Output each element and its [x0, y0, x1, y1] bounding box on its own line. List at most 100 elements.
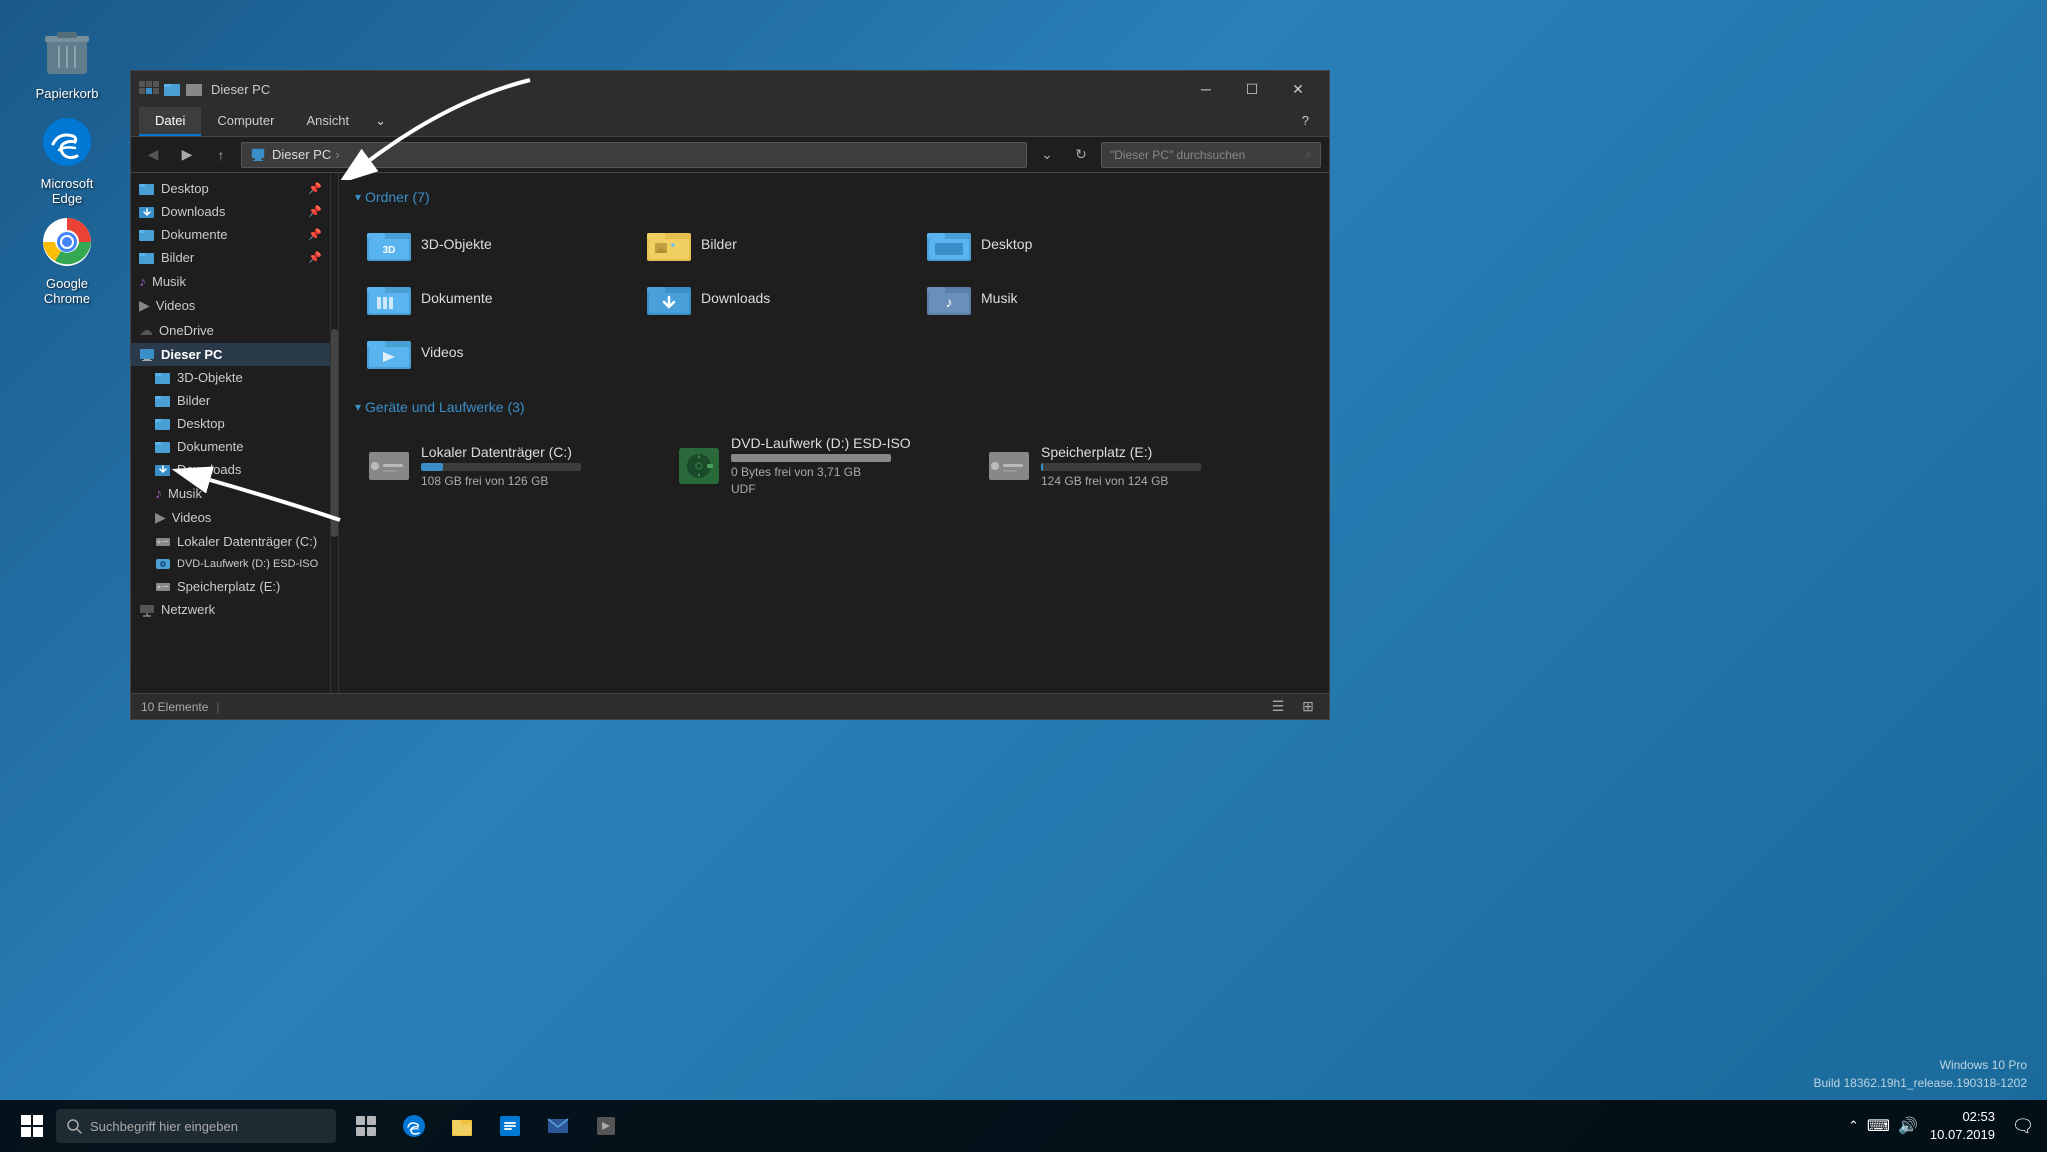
- content-area: Ordner (7) 3D 3D-Objekte: [339, 173, 1329, 693]
- folder-icon-desktop: [927, 225, 971, 263]
- tray-up-arrow[interactable]: ⌃: [1848, 1118, 1859, 1134]
- taskbar-search-box[interactable]: Suchbegriff hier eingeben: [56, 1109, 336, 1143]
- sidebar-item-downloads[interactable]: Downloads 📌: [131, 200, 330, 223]
- folder-icon-dokumente: [367, 279, 411, 317]
- sidebar-label-dokumente: Dokumente: [161, 227, 227, 242]
- sidebar-item-downloads-sub[interactable]: Downloads: [131, 458, 330, 481]
- sidebar-item-e-drive[interactable]: Speicherplatz (E:): [131, 575, 330, 598]
- sidebar-label-bilder-quick: Bilder: [161, 250, 194, 265]
- taskbar-icon-taskview[interactable]: [344, 1102, 388, 1150]
- sidebar-item-c-drive[interactable]: Lokaler Datenträger (C:): [131, 530, 330, 553]
- sidebar-item-bilder-sub[interactable]: Bilder: [131, 389, 330, 412]
- notification-button[interactable]: 🗨: [2007, 1102, 2039, 1150]
- taskbar-search-icon: [66, 1118, 82, 1134]
- maximize-button[interactable]: ☐: [1229, 71, 1275, 107]
- toolbar-icon-back: [139, 81, 159, 97]
- sidebar-item-videos-quick[interactable]: ▶ Videos: [131, 293, 330, 318]
- sidebar-item-dieser-pc[interactable]: Dieser PC: [131, 343, 330, 366]
- address-refresh-button[interactable]: ↻: [1067, 141, 1095, 169]
- ribbon-expand-button[interactable]: ⌄: [365, 107, 396, 136]
- sidebar-music-icon: ♪: [139, 273, 146, 289]
- sidebar-item-musik-sub[interactable]: ♪ Musik: [131, 481, 330, 505]
- folder-label-downloads: Downloads: [701, 290, 770, 306]
- ribbon-tab-computer[interactable]: Computer: [201, 107, 290, 136]
- ribbon-tab-ansicht[interactable]: Ansicht: [290, 107, 365, 136]
- sidebar-label-downloads-sub: Downloads: [177, 462, 241, 477]
- folder-item-musik[interactable]: ♪ Musik: [915, 271, 1195, 325]
- sidebar-item-3dobjekte-sub[interactable]: 3D-Objekte: [131, 366, 330, 389]
- drive-e-name: Speicherplatz (E:): [1041, 444, 1201, 460]
- sidebar-item-onedrive[interactable]: ☁ OneDrive: [131, 318, 330, 343]
- nav-up-button[interactable]: ↑: [207, 141, 235, 169]
- folder-item-dokumente[interactable]: Dokumente: [355, 271, 635, 325]
- start-button[interactable]: [8, 1102, 56, 1150]
- drives-section-header: Geräte und Laufwerke (3): [355, 399, 1313, 415]
- drive-item-c[interactable]: Lokaler Datenträger (C:) 108 GB frei von…: [355, 427, 665, 504]
- search-box[interactable]: "Dieser PC" durchsuchen ⌕: [1101, 142, 1321, 168]
- clock-time: 02:53: [1930, 1108, 1995, 1126]
- address-dropdown-button[interactable]: ⌄: [1033, 141, 1061, 169]
- sidebar-label-3dobjekte-sub: 3D-Objekte: [177, 370, 243, 385]
- drives-grid: Lokaler Datenträger (C:) 108 GB frei von…: [355, 427, 1313, 504]
- system-clock[interactable]: 02:53 10.07.2019: [1930, 1108, 1995, 1144]
- sidebar-item-bilder-quick[interactable]: Bilder 📌: [131, 246, 330, 269]
- folders-grid: 3D 3D-Objekte Bilder: [355, 217, 1313, 379]
- search-icon: ⌕: [1305, 147, 1312, 162]
- sidebar-item-desktop-sub[interactable]: Desktop: [131, 412, 330, 435]
- taskbar-icon-mail[interactable]: [536, 1102, 580, 1150]
- minimize-button[interactable]: ─: [1183, 71, 1229, 107]
- taskbar-store-icon: [498, 1114, 522, 1138]
- folder-item-bilder[interactable]: Bilder: [635, 217, 915, 271]
- folder-label-desktop: Desktop: [981, 236, 1032, 252]
- status-bar: 10 Elemente | ☰ ⊞: [131, 693, 1329, 719]
- sidebar-item-netzwerk[interactable]: Netzwerk: [131, 598, 330, 621]
- address-path[interactable]: Dieser PC ›: [241, 142, 1027, 168]
- view-details-button[interactable]: ☰: [1267, 696, 1289, 718]
- nav-forward-button[interactable]: ▶: [173, 141, 201, 169]
- sidebar-item-musik-quick[interactable]: ♪ Musik: [131, 269, 330, 293]
- title-bar-title: Dieser PC: [211, 82, 1183, 97]
- sidebar-musik-sub-icon: ♪: [155, 485, 162, 501]
- sidebar-item-d-drive[interactable]: DVD-Laufwerk (D:) ESD-ISO: [131, 553, 330, 575]
- drive-e-info: Speicherplatz (E:) 124 GB frei von 124 G…: [1041, 444, 1201, 488]
- drive-e-bar: [1041, 463, 1043, 471]
- drive-e-bar-container: [1041, 463, 1201, 471]
- sidebar-folder-icon-downloads: [139, 205, 155, 219]
- desktop-icon-recyclebin[interactable]: Papierkorb: [22, 20, 112, 105]
- sidebar-scrollbar[interactable]: [331, 173, 339, 693]
- taskbar-mail-icon: [546, 1114, 570, 1138]
- windows-info-line1: Windows 10 Pro: [1813, 1056, 2027, 1074]
- drive-item-d[interactable]: DVD-Laufwerk (D:) ESD-ISO 0 Bytes frei v…: [665, 427, 975, 504]
- taskbar-icon-explorer[interactable]: [440, 1102, 484, 1150]
- sidebar-item-videos-sub[interactable]: ▶ Videos: [131, 505, 330, 530]
- tray-volume-icon[interactable]: 🔊: [1898, 1116, 1918, 1136]
- folder-item-desktop[interactable]: Desktop: [915, 217, 1195, 271]
- taskbar-icon-edge[interactable]: [392, 1102, 436, 1150]
- ribbon-tab-datei[interactable]: Datei: [139, 107, 201, 136]
- ribbon: Datei Computer Ansicht ⌄ ?: [131, 107, 1329, 137]
- folder-item-videos[interactable]: Videos: [355, 325, 635, 379]
- drive-c-info: Lokaler Datenträger (C:) 108 GB frei von…: [421, 444, 581, 488]
- nav-back-button[interactable]: ◀: [139, 141, 167, 169]
- sidebar-network-icon: [139, 603, 155, 617]
- taskbar-icon-store[interactable]: [488, 1102, 532, 1150]
- drive-item-e[interactable]: Speicherplatz (E:) 124 GB frei von 124 G…: [975, 427, 1285, 504]
- sidebar-scrollbar-thumb[interactable]: [331, 329, 338, 537]
- close-button[interactable]: ✕: [1275, 71, 1321, 107]
- taskbar-icon-unknown[interactable]: [584, 1102, 628, 1150]
- sidebar-item-desktop[interactable]: Desktop 📌: [131, 177, 330, 200]
- sidebar-item-dokumente[interactable]: Dokumente 📌: [131, 223, 330, 246]
- taskbar-search-placeholder: Suchbegriff hier eingeben: [90, 1119, 238, 1134]
- sidebar-pc-icon: [139, 348, 155, 362]
- drive-c-name: Lokaler Datenträger (C:): [421, 444, 581, 460]
- folder-item-downloads[interactable]: Downloads: [635, 271, 915, 325]
- folder-icon-3dobjekte: 3D: [367, 225, 411, 263]
- system-tray: ⌃ ⌨ 🔊: [1848, 1116, 1918, 1136]
- sidebar-item-dokumente-sub[interactable]: Dokumente: [131, 435, 330, 458]
- taskbar-right: ⌃ ⌨ 🔊 02:53 10.07.2019 🗨: [1848, 1102, 2039, 1150]
- folder-item-3dobjekte[interactable]: 3D 3D-Objekte: [355, 217, 635, 271]
- view-tiles-button[interactable]: ⊞: [1297, 696, 1319, 718]
- desktop-icon-edge[interactable]: Microsoft Edge: [22, 110, 112, 210]
- ribbon-help-button[interactable]: ?: [1290, 107, 1321, 136]
- desktop-icon-chrome[interactable]: Google Chrome: [22, 210, 112, 310]
